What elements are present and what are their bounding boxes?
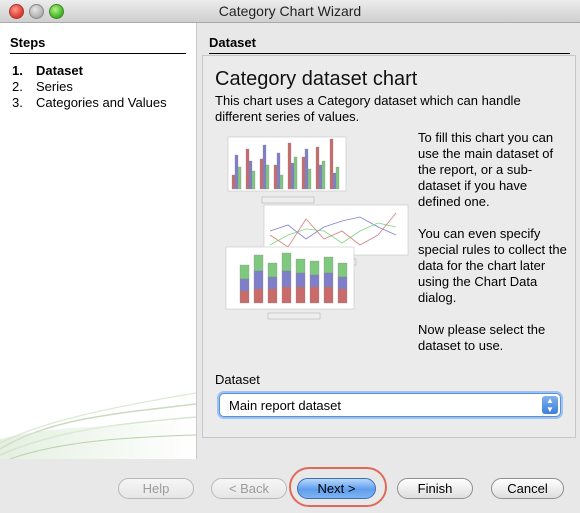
step-label: Dataset — [36, 63, 83, 78]
description-special-rules: You can even specify special rules to co… — [418, 226, 567, 305]
chart-preview-image — [225, 136, 409, 320]
help-button[interactable]: Help — [118, 478, 194, 499]
next-button[interactable]: Next > — [297, 478, 376, 499]
step-dataset: 1. Dataset — [12, 63, 83, 78]
step-label: Categories and Values — [36, 95, 167, 110]
step-series: 2. Series — [12, 79, 73, 94]
steps-panel: Steps 1. Dataset 2. Series 3. Categories an… — [0, 23, 197, 459]
step-categories-values: 3. Categories and Values — [12, 95, 167, 110]
dataset-label: Dataset — [215, 372, 260, 387]
cancel-button[interactable]: Cancel — [491, 478, 564, 499]
page-title: Category dataset chart — [215, 68, 418, 90]
dataset-select[interactable]: Main report dataset ▲ ▼ — [219, 393, 561, 417]
panel-heading: Dataset — [209, 35, 570, 54]
steps-heading: Steps — [10, 35, 186, 54]
window-title: Category Chart Wizard — [218, 3, 362, 19]
finish-button[interactable]: Finish — [397, 478, 473, 499]
step-number: 1. — [12, 63, 23, 78]
decorative-swoosh — [0, 392, 196, 459]
description-select-dataset: Now please select the dataset to use. — [418, 322, 546, 353]
step-label: Series — [36, 79, 73, 94]
title-bar: Category Chart Wizard — [0, 0, 580, 23]
step-number: 2. — [12, 79, 23, 94]
dataset-select-value: Main report dataset — [229, 398, 342, 413]
step-number: 3. — [12, 95, 23, 110]
back-button[interactable]: < Back — [211, 478, 287, 499]
chevron-updown-icon: ▲ ▼ — [542, 396, 558, 414]
page-subtitle: This chart uses a Category dataset which… — [215, 93, 521, 124]
description-main-dataset: To fill this chart you can use the main … — [418, 130, 554, 209]
